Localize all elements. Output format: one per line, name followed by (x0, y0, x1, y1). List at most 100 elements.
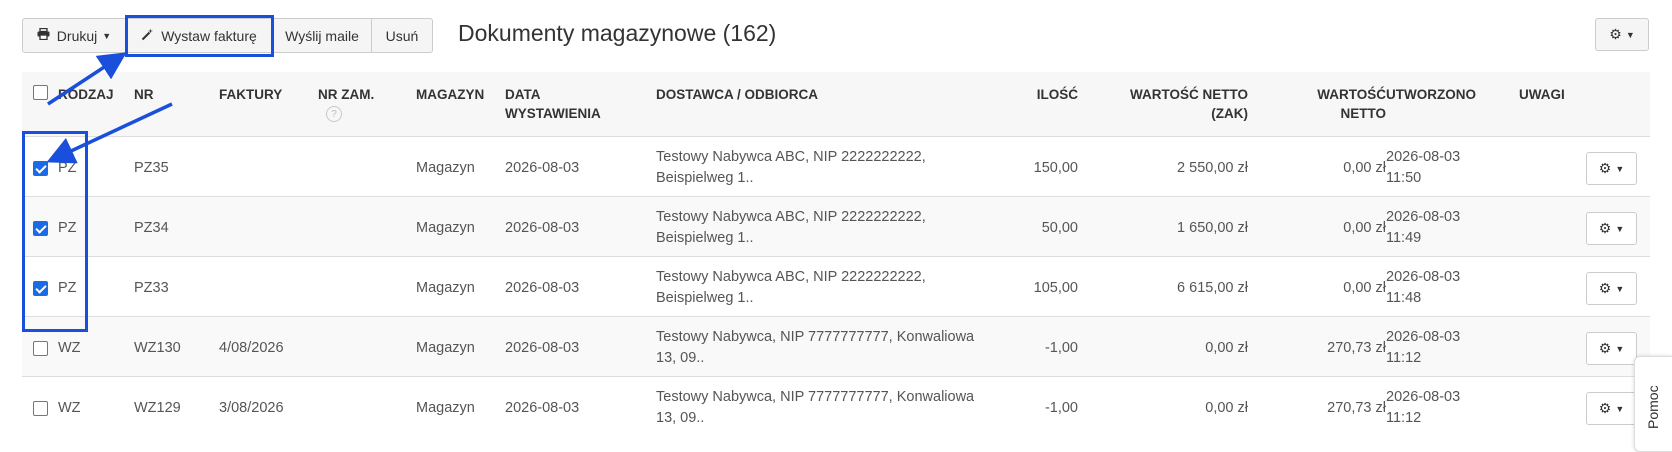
row-party: Testowy Nabywca, NIP 7777777777, Konwali… (656, 327, 974, 369)
col-type[interactable]: RODZAJ (58, 85, 114, 104)
send-emails-button[interactable]: Wyślij maile (272, 18, 372, 53)
delete-button[interactable]: Usuń (371, 18, 433, 53)
send-emails-label: Wyślij maile (285, 27, 359, 44)
print-dropdown-button[interactable]: Drukuj ▼ (22, 18, 126, 53)
row-party-line2: 13, 09.. (656, 410, 705, 426)
row-actions-button[interactable]: ⚙ ▼ (1586, 272, 1637, 305)
document-toolbar: Drukuj ▼ Wystaw fakturę Wyślij maile Usu… (22, 18, 433, 53)
row-created-time: 11:50 (1386, 170, 1422, 186)
row-net: 0,00 zł (1343, 160, 1386, 176)
col-notes[interactable]: UWAGI (1519, 85, 1565, 104)
row-type: WZ (58, 400, 81, 416)
table-row[interactable]: PZ PZ33 Magazyn 2026-08-03 Testowy Nabyw… (22, 256, 1650, 316)
table-row[interactable]: PZ PZ35 Magazyn 2026-08-03 Testowy Nabyw… (22, 136, 1650, 196)
help-icon[interactable]: ? (326, 106, 342, 122)
col-created[interactable]: UTWORZONO (1386, 85, 1476, 104)
row-party-line2: 13, 09.. (656, 350, 705, 366)
help-tab-label: Pomoc (1645, 385, 1661, 429)
row-created-date: 2026-08-03 (1386, 269, 1461, 285)
printer-icon (37, 27, 50, 43)
row-checkbox[interactable] (33, 341, 48, 356)
caret-down-icon: ▼ (1615, 403, 1625, 414)
row-warehouse: Magazyn (416, 280, 475, 296)
gear-icon: ⚙ (1598, 220, 1612, 236)
col-party[interactable]: DOSTAWCA / ODBIORCA (656, 85, 818, 104)
col-net[interactable]: WARTOŚĆ NETTO (1252, 85, 1386, 123)
caret-down-icon: ▼ (1615, 343, 1625, 354)
issue-invoice-label: Wystaw fakturę (161, 27, 257, 44)
row-party-line2: Beispielweg 1.. (656, 170, 754, 186)
table-row[interactable]: WZ WZ129 3/08/2026 Magazyn 2026-08-03 Te… (22, 376, 1650, 436)
row-party: Testowy Nabywca ABC, NIP 2222222222, Bei… (656, 207, 926, 249)
col-net-line1: WARTOŚĆ (1317, 87, 1386, 102)
row-actions-button[interactable]: ⚙ ▼ (1586, 392, 1637, 425)
row-created: 2026-08-03 11:50 (1386, 147, 1460, 189)
row-net-zak: 0,00 zł (1205, 400, 1248, 416)
row-party-line1: Testowy Nabywca, NIP 7777777777, Konwali… (656, 389, 975, 405)
delete-label: Usuń (385, 27, 419, 44)
col-net-zak-line2: (ZAK) (1211, 106, 1248, 121)
row-checkbox[interactable] (33, 401, 48, 416)
help-side-tab[interactable]: Pomoc (1634, 356, 1672, 452)
row-created: 2026-08-03 11:49 (1386, 207, 1460, 249)
row-created-time: 11:48 (1386, 290, 1422, 306)
row-checkbox[interactable] (33, 161, 48, 176)
row-created: 2026-08-03 11:12 (1386, 327, 1460, 369)
select-all-checkbox[interactable] (33, 85, 48, 100)
row-warehouse: Magazyn (416, 160, 475, 176)
row-actions-button[interactable]: ⚙ ▼ (1586, 332, 1637, 365)
magic-wand-icon (141, 28, 154, 44)
table-row[interactable]: WZ WZ130 4/08/2026 Magazyn 2026-08-03 Te… (22, 316, 1650, 376)
row-net: 0,00 zł (1343, 280, 1386, 296)
issue-invoice-button[interactable]: Wystaw fakturę (125, 18, 273, 53)
col-net-zak[interactable]: WARTOŚĆ NETTO (ZAK) (1082, 85, 1248, 123)
page-title: Dokumenty magazynowe (162) (458, 20, 777, 46)
row-net-zak: 1 650,00 zł (1177, 220, 1248, 236)
row-party: Testowy Nabywca, NIP 7777777777, Konwali… (656, 387, 974, 429)
row-nr[interactable]: WZ130 (134, 338, 181, 359)
row-type: PZ (58, 280, 77, 296)
row-nr[interactable]: PZ33 (134, 278, 169, 299)
table-row[interactable]: PZ PZ34 Magazyn 2026-08-03 Testowy Nabyw… (22, 196, 1650, 256)
gear-icon: ⚙ (1598, 280, 1612, 296)
row-type: PZ (58, 160, 77, 176)
row-net-zak: 2 550,00 zł (1177, 160, 1248, 176)
row-net: 270,73 zł (1327, 340, 1386, 356)
col-invoices[interactable]: FAKTURY (219, 85, 282, 104)
row-nr[interactable]: PZ34 (134, 218, 169, 239)
row-invoices[interactable]: 4/08/2026 (219, 338, 284, 359)
row-created-time: 11:49 (1386, 230, 1422, 246)
table-header: RODZAJ NR FAKTURY NR ZAM. ? MAGAZYN DATA… (22, 72, 1650, 136)
row-issue-date: 2026-08-03 (505, 160, 580, 176)
row-net-zak: 0,00 zł (1205, 340, 1248, 356)
row-party-line1: Testowy Nabywca ABC, NIP 2222222222, (656, 269, 926, 285)
col-order-nr[interactable]: NR ZAM. (318, 85, 374, 104)
row-created-date: 2026-08-03 (1386, 329, 1461, 345)
row-type: PZ (58, 220, 77, 236)
row-party-line2: Beispielweg 1.. (656, 290, 754, 306)
row-invoices[interactable]: 3/08/2026 (219, 398, 284, 419)
row-actions-button[interactable]: ⚙ ▼ (1586, 152, 1637, 185)
caret-down-icon: ▼ (1615, 223, 1625, 234)
row-checkbox[interactable] (33, 221, 48, 236)
row-net: 270,73 zł (1327, 400, 1386, 416)
row-nr[interactable]: PZ35 (134, 158, 169, 179)
row-party-line1: Testowy Nabywca ABC, NIP 2222222222, (656, 149, 926, 165)
col-nr[interactable]: NR (134, 85, 154, 104)
row-qty: 105,00 (1033, 280, 1078, 296)
row-checkbox[interactable] (33, 281, 48, 296)
page-settings-button[interactable]: ⚙ ▼ (1595, 18, 1649, 51)
caret-down-icon: ▼ (1625, 29, 1635, 40)
col-qty[interactable]: ILOŚĆ (952, 85, 1078, 104)
col-net-zak-line1: WARTOŚĆ NETTO (1129, 87, 1248, 102)
row-nr[interactable]: WZ129 (134, 398, 181, 419)
row-actions-button[interactable]: ⚙ ▼ (1586, 212, 1637, 245)
col-issue-date-line1: DATA (505, 87, 541, 102)
caret-down-icon: ▼ (102, 30, 112, 41)
col-issue-date[interactable]: DATA WYSTAWIENIA (505, 85, 601, 123)
col-warehouse[interactable]: MAGAZYN (416, 85, 484, 104)
row-created: 2026-08-03 11:48 (1386, 267, 1460, 309)
row-qty: 50,00 (1041, 220, 1078, 236)
row-type: WZ (58, 340, 81, 356)
gear-icon: ⚙ (1609, 26, 1622, 42)
